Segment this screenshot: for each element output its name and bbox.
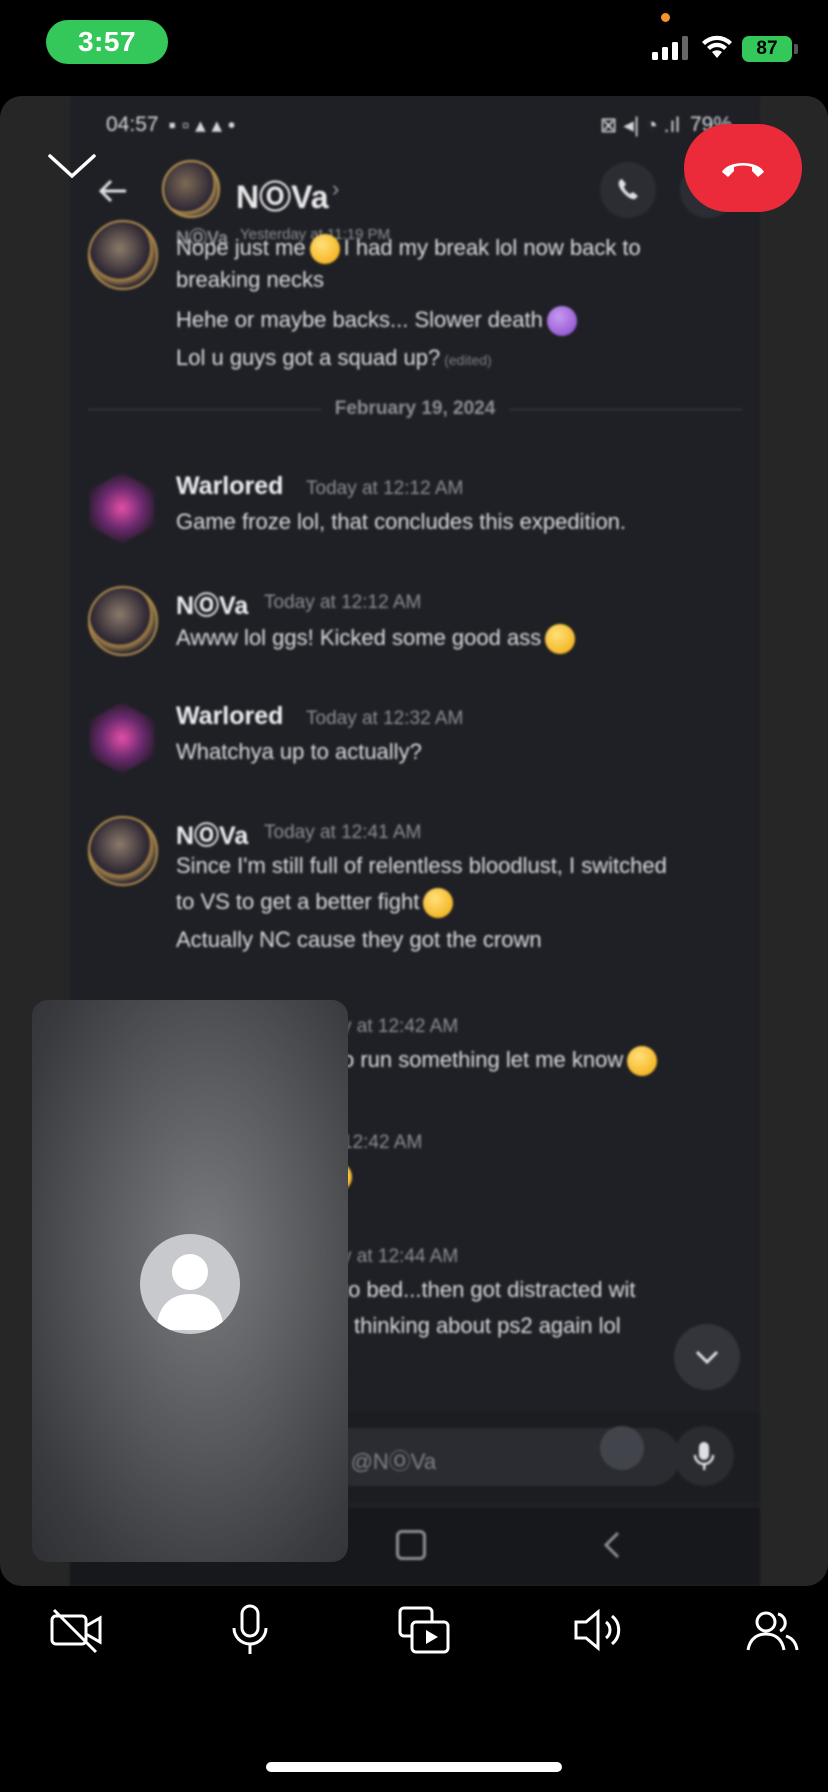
message-line: Whatchya up to actually? — [176, 739, 422, 764]
battery-indicator: 87 — [742, 36, 798, 62]
date-divider: February 19, 2024 — [88, 394, 743, 424]
contact-avatar[interactable] — [162, 160, 220, 218]
message-timestamp: Today at 12:12 AM — [306, 478, 464, 499]
avatar[interactable] — [88, 816, 158, 886]
android-back-icon[interactable] — [596, 1528, 630, 1562]
android-status-bar: 04:57 ▪ ▫ ▴ ▴ • ⊠ ◂| ◔ .ıl 79% — [106, 110, 732, 140]
message-line: breaking necks — [176, 267, 324, 292]
back-arrow-icon[interactable] — [96, 174, 130, 208]
avatar[interactable] — [88, 220, 158, 290]
message-line: Hehe or maybe backs... Slower death — [176, 302, 581, 338]
voice-message-button[interactable] — [674, 1426, 734, 1486]
message-timestamp: Today at 12:41 AM — [264, 822, 422, 843]
message-line: to bed...then got distracted wit — [342, 1277, 636, 1302]
message-timestamp: Today at 12:32 AM — [306, 708, 464, 729]
battery-level: 87 — [742, 36, 792, 62]
chevron-right-icon: › — [332, 176, 340, 201]
message-line: to VS to get a better fight — [176, 884, 457, 920]
message-timestamp: 12:42 AM — [342, 1132, 423, 1153]
end-call-button[interactable] — [684, 124, 802, 212]
camera-off-icon — [50, 1608, 102, 1654]
screen-share-icon — [398, 1606, 450, 1654]
message-line: Actually NC cause they got the crown — [176, 927, 542, 952]
chat-header: NⓄVa › — [70, 152, 760, 236]
wifi-icon — [702, 35, 732, 58]
jump-to-bottom-button[interactable] — [674, 1324, 740, 1390]
voice-call-button[interactable] — [600, 162, 656, 218]
avatar[interactable] — [88, 586, 158, 656]
emoji-icon — [309, 234, 340, 265]
battery-tip — [794, 44, 798, 54]
avatar[interactable] — [89, 472, 155, 544]
hang-up-icon — [722, 163, 764, 177]
minimize-call-chevron-icon[interactable] — [44, 146, 100, 186]
mic-in-use-indicator — [661, 13, 670, 22]
message-author: NⓄVa — [176, 592, 249, 620]
grinning-emoji-icon — [545, 624, 576, 655]
message-line: Nope just me I had my break lol now back … — [176, 230, 641, 266]
smiling-devil-emoji-icon — [546, 306, 577, 337]
message-line: Awww lol ggs! Kicked some good ass — [176, 620, 579, 656]
speaker-button[interactable] — [568, 1600, 628, 1660]
home-indicator[interactable] — [266, 1762, 562, 1772]
camera-off-button[interactable] — [46, 1600, 106, 1660]
message-timestamp: y at 12:42 AM — [342, 1016, 459, 1037]
message-author: NⓄVa — [176, 822, 249, 850]
contact-name[interactable]: NⓄVa — [236, 172, 329, 218]
microphone-icon — [232, 1604, 268, 1654]
emoji-picker-icon[interactable] — [600, 1426, 644, 1470]
message-line: Lol u guys got a squad up? (edited) — [176, 345, 492, 370]
microphone-button[interactable] — [220, 1600, 280, 1660]
upside-down-face-emoji-icon — [627, 1046, 658, 1077]
message-line: o run something let me know — [342, 1042, 661, 1078]
participants-button[interactable] — [742, 1600, 802, 1660]
ios-clock: 3:57 — [46, 20, 168, 64]
android-clock: 04:57 — [106, 113, 159, 136]
message-timestamp: Today at 12:12 AM — [264, 592, 422, 613]
message-author: Warlored — [176, 702, 284, 730]
android-home-icon[interactable] — [396, 1530, 426, 1560]
android-status-icons: ⊠ ◂| ◔ .ıl — [599, 113, 680, 137]
phone-icon — [618, 179, 638, 200]
message-author: Warlored — [176, 472, 284, 500]
cellular-signal-icon — [652, 36, 688, 60]
message-line: thinking about ps2 again lol — [354, 1313, 621, 1338]
grinning-emoji-icon — [423, 888, 454, 919]
notification-icons: ▪ ▫ ▴ ▴ • — [168, 113, 236, 137]
self-view-tile[interactable] — [32, 1000, 348, 1562]
participants-icon — [746, 1611, 799, 1651]
default-avatar-icon — [140, 1234, 240, 1334]
message-line: Game froze lol, that concludes this expe… — [176, 509, 627, 534]
message-timestamp: y at 12:44 AM — [342, 1246, 459, 1267]
message-line: Since I'm still full of relentless blood… — [176, 853, 667, 878]
screen-share-button[interactable] — [394, 1600, 454, 1660]
speaker-icon — [574, 1608, 621, 1652]
avatar[interactable] — [89, 702, 155, 774]
microphone-icon — [693, 1442, 715, 1470]
chevron-down-icon — [695, 1350, 719, 1365]
call-controls-bar — [0, 1600, 828, 1664]
